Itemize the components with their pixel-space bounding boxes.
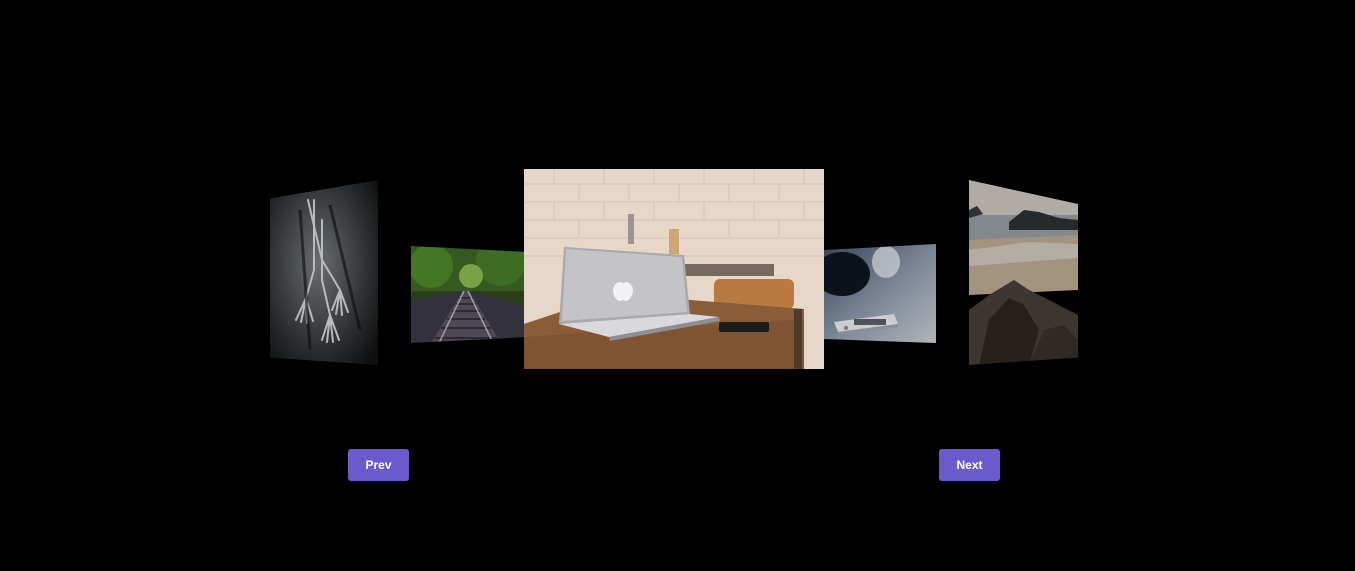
smartphone-image — [824, 244, 936, 343]
carousel-slide-railway[interactable] — [411, 246, 524, 343]
beach-image — [969, 180, 1078, 365]
prev-button[interactable]: Prev — [348, 449, 409, 481]
laptop-image — [524, 169, 824, 369]
railway-image — [411, 246, 524, 343]
next-button[interactable]: Next — [939, 449, 1000, 481]
carousel-stage: Prev Next — [0, 0, 1355, 571]
carousel-slide-smartphone[interactable] — [824, 244, 936, 343]
carousel-slide-forks[interactable] — [270, 180, 378, 365]
carousel-slide-laptop[interactable] — [524, 169, 824, 369]
forks-image — [270, 180, 378, 365]
carousel-slide-beach[interactable] — [969, 180, 1078, 365]
